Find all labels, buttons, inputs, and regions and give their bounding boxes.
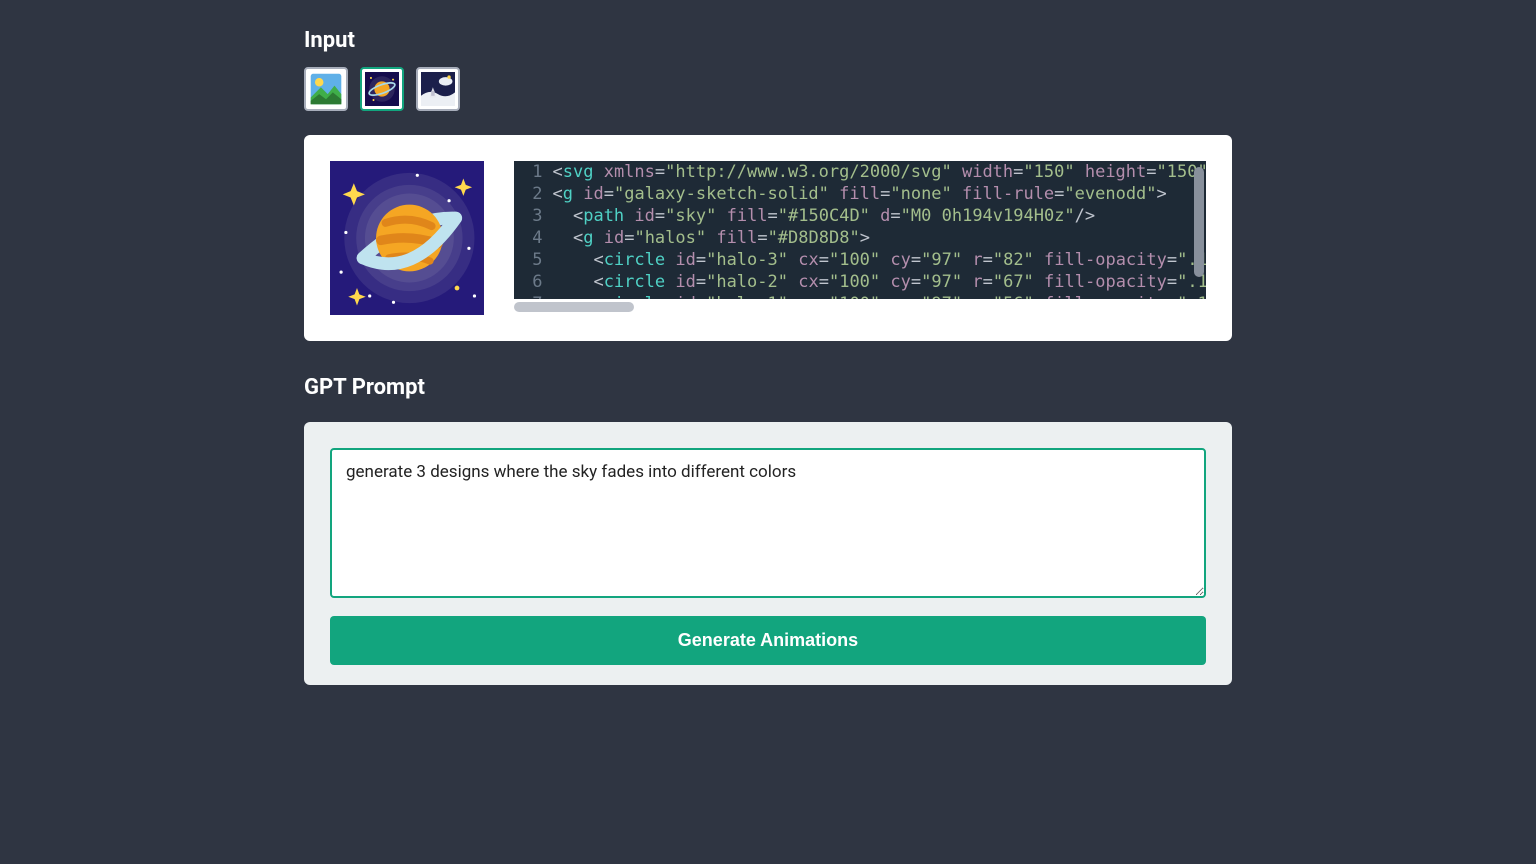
galaxy-icon [365,72,399,106]
svg-preview [330,161,484,315]
thumb-landscape[interactable] [304,67,348,111]
horizontal-scrollbar-thumb[interactable] [514,302,634,312]
line-number: 4 [514,227,552,249]
code-line[interactable]: <path id="sky" fill="#150C4D" d="M0 0h19… [552,205,1206,227]
line-number: 2 [514,183,552,205]
input-title: Input [304,28,1232,53]
prompt-title: GPT Prompt [304,375,1232,400]
galaxy-preview-icon [330,161,484,315]
page-container: Input [304,0,1232,685]
rocket-icon [421,72,455,106]
line-number: 6 [514,271,552,293]
input-card: 1<svg xmlns="http://www.w3.org/2000/svg"… [304,135,1232,341]
landscape-icon [309,72,343,106]
code-editor[interactable]: 1<svg xmlns="http://www.w3.org/2000/svg"… [514,161,1206,299]
thumb-galaxy[interactable] [360,67,404,111]
prompt-card: Generate Animations [304,422,1232,685]
code-line[interactable]: <circle id="halo-2" cx="100" cy="97" r="… [552,271,1206,293]
prompt-textarea[interactable] [330,448,1206,598]
line-number: 1 [514,161,552,183]
input-thumbnails [304,67,1232,111]
horizontal-scrollbar-track[interactable] [514,299,1206,315]
line-number: 3 [514,205,552,227]
vertical-scrollbar[interactable] [1194,167,1204,277]
code-line[interactable]: <g id="halos" fill="#D8D8D8"> [552,227,1206,249]
code-line[interactable]: <g id="galaxy-sketch-solid" fill="none" … [552,183,1206,205]
thumb-rocket[interactable] [416,67,460,111]
line-number: 5 [514,249,552,271]
code-line[interactable]: <svg xmlns="http://www.w3.org/2000/svg" … [552,161,1206,183]
code-line[interactable]: <circle id="halo-3" cx="100" cy="97" r="… [552,249,1206,271]
generate-button[interactable]: Generate Animations [330,616,1206,665]
code-panel: 1<svg xmlns="http://www.w3.org/2000/svg"… [514,161,1206,315]
